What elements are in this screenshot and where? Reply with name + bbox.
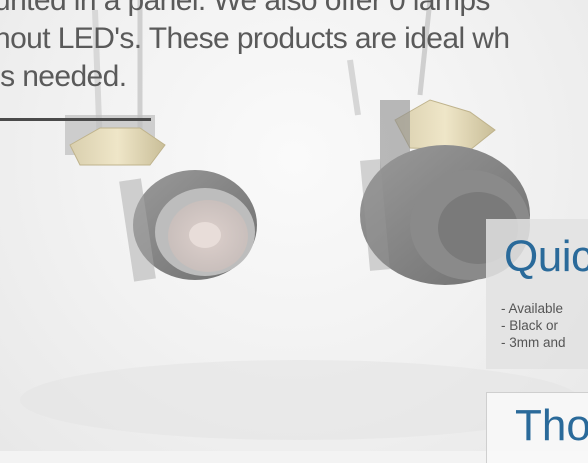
secondary-panel-title: Tho: [515, 401, 588, 450]
intro-underline: [0, 118, 151, 121]
quick-fact-item: - Black or: [501, 318, 559, 333]
intro-line-3: is needed.: [0, 60, 127, 93]
quick-facts-panel: Quic - Available - Black or - 3mm and: [486, 219, 588, 369]
quick-facts-list: - Available - Black or - 3mm and: [501, 300, 566, 351]
intro-line-2: hout LED's. These products are ideal wh: [0, 22, 510, 55]
quick-facts-title: Quic: [504, 232, 588, 281]
secondary-panel: Tho: [486, 392, 588, 463]
quick-fact-item: - 3mm and: [501, 335, 566, 350]
quick-fact-item: - Available: [501, 301, 564, 316]
intro-line-1: unted in a panel. We also offer 0 lamps: [0, 0, 490, 17]
intro-paragraph: unted in a panel. We also offer 0 lamps …: [0, 0, 588, 96]
